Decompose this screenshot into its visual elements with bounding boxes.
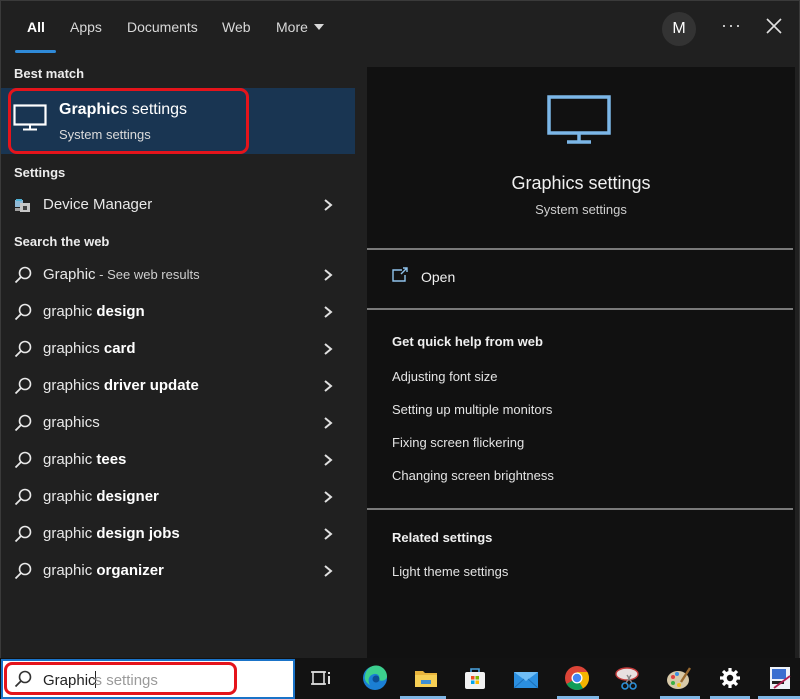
settings-item-device-manager[interactable]: Device Manager — [1, 187, 355, 224]
tab-more[interactable]: More — [276, 19, 324, 35]
web-result-label: graphic design jobs — [43, 525, 180, 542]
web-result-item[interactable]: graphic designer — [1, 479, 355, 516]
web-result-item[interactable]: graphics driver update — [1, 368, 355, 405]
open-label: Open — [421, 269, 456, 285]
web-result-label: graphic tees — [43, 451, 127, 468]
best-match-item[interactable]: Graphics settings System settings — [1, 88, 355, 154]
open-button[interactable]: Open — [367, 265, 795, 293]
search-icon — [14, 266, 32, 284]
chevron-right-icon — [324, 343, 333, 355]
preview-subtitle: System settings — [535, 202, 627, 217]
tab-web[interactable]: Web — [222, 19, 251, 35]
web-result-label: graphic design — [43, 303, 145, 320]
search-icon — [14, 451, 32, 469]
divider — [367, 308, 793, 310]
file-explorer-icon[interactable] — [412, 664, 440, 692]
search-suggestion-text: s settings — [94, 672, 158, 689]
search-typed-text: Graphic — [43, 672, 96, 689]
chevron-right-icon — [324, 417, 333, 429]
help-heading: Get quick help from web — [392, 334, 543, 349]
web-result-label: Graphic - See web results — [43, 266, 200, 283]
web-result-item[interactable]: graphic design jobs — [1, 516, 355, 553]
chevron-right-icon — [324, 528, 333, 540]
web-result-item[interactable]: graphic design — [1, 294, 355, 331]
web-result-label: graphics driver update — [43, 377, 199, 394]
divider — [367, 248, 793, 250]
chevron-right-icon — [324, 454, 333, 466]
chevron-right-icon — [324, 269, 333, 281]
chevron-right-icon — [324, 491, 333, 503]
help-link[interactable]: Changing screen brightness — [392, 468, 554, 483]
chevron-right-icon — [324, 565, 333, 577]
tab-apps[interactable]: Apps — [70, 19, 102, 35]
monitor-icon — [547, 95, 611, 144]
help-link[interactable]: Adjusting font size — [392, 369, 498, 384]
web-result-item[interactable]: graphic tees — [1, 442, 355, 479]
taskbar: Graphics settings — [0, 658, 800, 699]
search-query: Graphics settings — [43, 671, 158, 689]
divider — [367, 508, 793, 510]
best-match-heading: Best match — [14, 66, 85, 81]
web-result-label: graphic organizer — [43, 562, 164, 579]
web-result-item[interactable]: Graphic - See web results — [1, 257, 355, 294]
related-settings-heading: Related settings — [392, 530, 493, 545]
related-link-light-theme[interactable]: Light theme settings — [392, 564, 508, 579]
web-result-label: graphics — [43, 414, 100, 431]
open-external-icon — [392, 267, 408, 282]
device-manager-icon — [15, 199, 30, 212]
web-result-item[interactable]: graphics card — [1, 331, 355, 368]
search-icon — [14, 414, 32, 432]
search-icon — [14, 377, 32, 395]
search-icon — [14, 303, 32, 321]
microsoft-store-icon[interactable] — [461, 664, 489, 692]
tab-more-label: More — [276, 19, 308, 35]
search-icon — [14, 525, 32, 543]
settings-item-label: Device Manager — [43, 196, 153, 213]
settings-heading: Settings — [14, 165, 66, 180]
best-match-subtitle: System settings — [59, 127, 151, 142]
close-icon[interactable] — [763, 15, 785, 37]
tab-all[interactable]: All — [27, 19, 45, 35]
search-window: All Apps Documents Web More M ··· Best m… — [0, 0, 800, 659]
preview-pane: Graphics settings System settings Open G… — [367, 67, 795, 659]
edge-icon[interactable] — [361, 664, 389, 692]
snipping-tool-icon[interactable] — [614, 664, 642, 692]
search-icon — [14, 670, 32, 688]
mail-icon[interactable] — [512, 664, 540, 692]
monitor-icon — [13, 104, 47, 131]
more-options-button[interactable]: ··· — [721, 15, 742, 36]
web-result-item[interactable]: graphic organizer — [1, 553, 355, 590]
best-match-title: Graphics settings — [59, 101, 188, 118]
taskbar-search-box[interactable]: Graphics settings — [1, 659, 295, 699]
active-tab-indicator — [15, 50, 56, 53]
chrome-icon[interactable] — [563, 664, 591, 692]
help-link[interactable]: Fixing screen flickering — [392, 435, 524, 450]
help-link[interactable]: Setting up multiple monitors — [392, 402, 552, 417]
search-icon — [14, 488, 32, 506]
settings-gear-icon[interactable] — [716, 664, 744, 692]
web-result-item[interactable]: graphics — [1, 405, 355, 442]
remote-desktop-icon[interactable] — [766, 664, 794, 692]
paint-icon[interactable] — [665, 664, 693, 692]
preview-title: Graphics settings — [511, 173, 651, 193]
chevron-right-icon — [324, 199, 333, 211]
web-result-label: graphics card — [43, 340, 136, 357]
caret-down-icon — [313, 24, 324, 30]
scope-tabs: All Apps Documents Web More M ··· — [1, 1, 799, 55]
chevron-right-icon — [324, 380, 333, 392]
search-icon — [14, 562, 32, 580]
search-web-heading: Search the web — [14, 234, 110, 249]
search-icon — [14, 340, 32, 358]
account-avatar[interactable]: M — [662, 12, 696, 46]
task-view-icon[interactable] — [307, 664, 335, 692]
tab-documents[interactable]: Documents — [127, 19, 198, 35]
web-result-label: graphic designer — [43, 488, 159, 505]
chevron-right-icon — [324, 306, 333, 318]
